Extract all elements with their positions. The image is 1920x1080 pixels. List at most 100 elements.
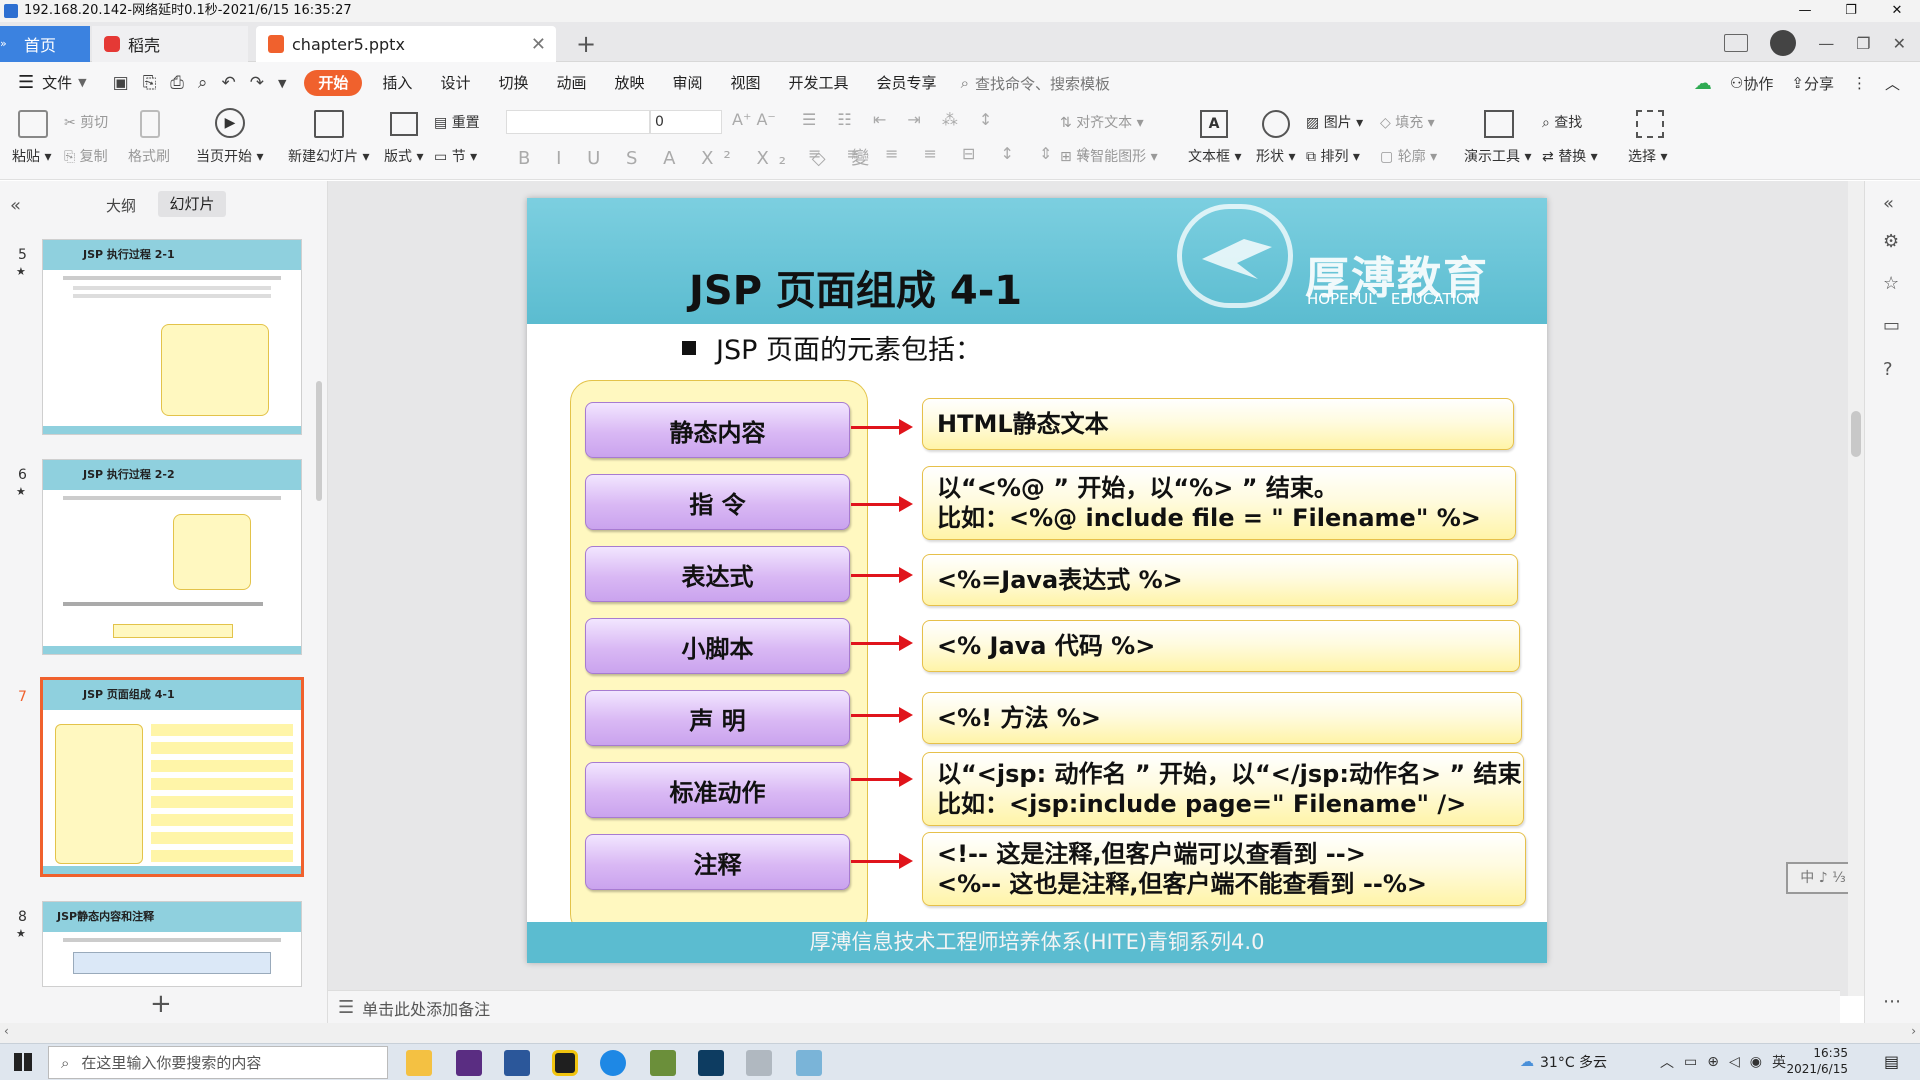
- tab-member[interactable]: 会员专享: [863, 62, 951, 104]
- copy-button[interactable]: ⎘ 复制: [64, 146, 108, 166]
- volume-icon[interactable]: ◁: [1729, 1054, 1740, 1070]
- tab-outline[interactable]: 大纲: [106, 195, 136, 216]
- weather-widget[interactable]: ☁ 31°C 多云: [1520, 1052, 1607, 1072]
- slide[interactable]: JSP 页面组成 4-1 厚溥教育 HOPEFUL EDUCATION JSP …: [527, 198, 1547, 963]
- new-slide-button[interactable]: 新建幻灯片 ▾: [288, 146, 369, 166]
- picture-button[interactable]: ▨ 图片 ▾: [1306, 112, 1363, 132]
- minimize-icon[interactable]: —: [1818, 34, 1834, 53]
- from-current-button[interactable]: 当页开始 ▾: [196, 146, 263, 166]
- pin-icon[interactable]: ☆: [1883, 273, 1899, 294]
- close-icon[interactable]: ✕: [1893, 34, 1906, 53]
- tab-slides[interactable]: 幻灯片: [158, 191, 226, 217]
- select-button[interactable]: 选择 ▾: [1628, 146, 1667, 166]
- ime-icon[interactable]: ⊕: [1707, 1054, 1719, 1070]
- save-icon[interactable]: ▣: [113, 73, 129, 93]
- command-search[interactable]: ⌕ 查找命令、搜索模板: [961, 73, 1110, 94]
- font-name-select[interactable]: [506, 110, 650, 134]
- close-icon[interactable]: ✕: [1874, 0, 1920, 22]
- network-icon[interactable]: ▭: [1684, 1054, 1697, 1070]
- print-icon[interactable]: ⎙: [170, 73, 184, 93]
- clock[interactable]: 16:35 2021/6/15: [1782, 1045, 1848, 1077]
- horizontal-scrollbar[interactable]: ‹ ›: [0, 1023, 1920, 1043]
- tab-review[interactable]: 审阅: [659, 62, 717, 104]
- collapse-icon[interactable]: «: [1883, 193, 1894, 214]
- collapse-panel-icon[interactable]: «: [10, 195, 21, 216]
- tab-close-icon[interactable]: ✕: [531, 34, 546, 55]
- security-icon[interactable]: ◉: [1750, 1054, 1762, 1070]
- print-preview-icon[interactable]: ⌕: [198, 73, 208, 93]
- more-options-icon[interactable]: ⋯: [1883, 991, 1901, 1012]
- taskbar-search[interactable]: ⌕ 在这里输入你要搜索的内容: [48, 1046, 388, 1079]
- layout-button[interactable]: 版式 ▾: [384, 146, 423, 166]
- tab-transition[interactable]: 切换: [484, 62, 542, 104]
- minimize-icon[interactable]: —: [1782, 0, 1828, 22]
- help-icon[interactable]: ?: [1883, 359, 1893, 380]
- notes-bar[interactable]: ☰ 单击此处添加备注: [328, 990, 1840, 1024]
- tab-slideshow[interactable]: 放映: [600, 62, 658, 104]
- remote-desktop-icon[interactable]: [698, 1050, 724, 1076]
- windows-start-icon[interactable]: [14, 1053, 32, 1071]
- find-button[interactable]: ⌕ 查找: [1542, 112, 1582, 132]
- comment-icon[interactable]: ▭: [1883, 315, 1900, 336]
- tab-view[interactable]: 视图: [717, 62, 775, 104]
- paragraph-align-buttons[interactable]: ≡ ≡ ≡ ≡ ⊟ ↕ ⇕ ⇳: [808, 144, 1101, 163]
- word-icon[interactable]: [504, 1050, 530, 1076]
- undo-icon[interactable]: ↶: [221, 73, 235, 93]
- slide-thumbnail[interactable]: JSP静态内容和注释: [42, 901, 302, 987]
- format-painter-button[interactable]: 格式刷: [128, 146, 170, 166]
- section-button[interactable]: ▭ 节 ▾: [434, 146, 477, 166]
- tab-home[interactable]: 首页: [12, 26, 90, 62]
- slide-thumbnail-selected[interactable]: JSP 页面组成 4-1: [40, 677, 304, 877]
- new-tab-icon[interactable]: +: [576, 30, 596, 58]
- reset-button[interactable]: ▤ 重置: [434, 112, 480, 132]
- arrange-button[interactable]: ⧉ 排列 ▾: [1306, 146, 1360, 166]
- tab-start[interactable]: 开始: [304, 70, 363, 96]
- font-size-select[interactable]: 0: [650, 110, 722, 134]
- avatar[interactable]: [1770, 30, 1797, 56]
- file-explorer-icon[interactable]: [406, 1050, 432, 1076]
- collab-button[interactable]: ⚇ 协作: [1730, 73, 1773, 94]
- notification-icon[interactable]: ▤: [1884, 1052, 1899, 1071]
- edge-icon[interactable]: [600, 1050, 626, 1076]
- app-icon[interactable]: [650, 1050, 676, 1076]
- collapse-ribbon-icon[interactable]: ︿: [1885, 73, 1900, 94]
- paste-button[interactable]: 粘贴 ▾: [12, 146, 51, 166]
- tab-insert[interactable]: 插入: [368, 62, 426, 104]
- scroll-thumb[interactable]: [1851, 411, 1861, 457]
- tab-developer[interactable]: 开发工具: [775, 62, 863, 104]
- scroll-left-icon[interactable]: ‹: [4, 1024, 9, 1038]
- chrome-like-icon[interactable]: [552, 1050, 578, 1076]
- app-icon[interactable]: [796, 1050, 822, 1076]
- canvas-scrollbar[interactable]: ▾: [1848, 181, 1864, 996]
- present-tool-button[interactable]: 演示工具 ▾: [1464, 146, 1531, 166]
- fill-button[interactable]: ◇ 填充 ▾: [1380, 112, 1435, 132]
- layout-toggle-icon[interactable]: [1724, 34, 1749, 52]
- thumbnail-scrollbar[interactable]: [316, 381, 322, 501]
- slide-thumbnail[interactable]: JSP 执行过程 2-1: [42, 239, 302, 435]
- list-buttons[interactable]: ☰ ☷ ⇤ ⇥ ⁂ ↕: [802, 110, 1000, 129]
- properties-icon[interactable]: ⚙: [1883, 231, 1899, 252]
- app-icon[interactable]: [456, 1050, 482, 1076]
- shape-button[interactable]: 形状 ▾: [1256, 146, 1295, 166]
- textbox-button[interactable]: 文本框 ▾: [1188, 146, 1241, 166]
- font-grow-icon[interactable]: A⁺ A⁻: [732, 110, 776, 129]
- chevron-up-icon[interactable]: ︿: [1660, 1052, 1674, 1072]
- app-icon[interactable]: [746, 1050, 772, 1076]
- restore-icon[interactable]: ❐: [1856, 34, 1870, 53]
- restore-icon[interactable]: ❐: [1828, 0, 1874, 22]
- replace-button[interactable]: ⇄ 替换 ▾: [1542, 146, 1598, 166]
- tab-design[interactable]: 设计: [426, 62, 484, 104]
- expand-icon[interactable]: »: [0, 26, 12, 62]
- more-icon[interactable]: ⋮: [1852, 74, 1867, 92]
- cut-button[interactable]: ✂ 剪切: [64, 112, 108, 132]
- cloud-sync-icon[interactable]: ☁: [1694, 73, 1712, 94]
- outline-button[interactable]: ▢ 轮廓 ▾: [1380, 146, 1437, 166]
- quick-access-more-icon[interactable]: ▼: [278, 77, 286, 90]
- add-slide-icon[interactable]: +: [150, 989, 172, 1019]
- export-icon[interactable]: ⎘: [143, 73, 157, 93]
- slide-thumbnail[interactable]: JSP 执行过程 2-2: [42, 459, 302, 655]
- tab-chapter5[interactable]: chapter5.pptx ✕: [256, 26, 556, 62]
- scroll-right-icon[interactable]: ›: [1911, 1024, 1916, 1038]
- paste-icon[interactable]: [18, 110, 48, 138]
- smart-art-button[interactable]: ⊞ 转智能图形 ▾: [1060, 146, 1158, 166]
